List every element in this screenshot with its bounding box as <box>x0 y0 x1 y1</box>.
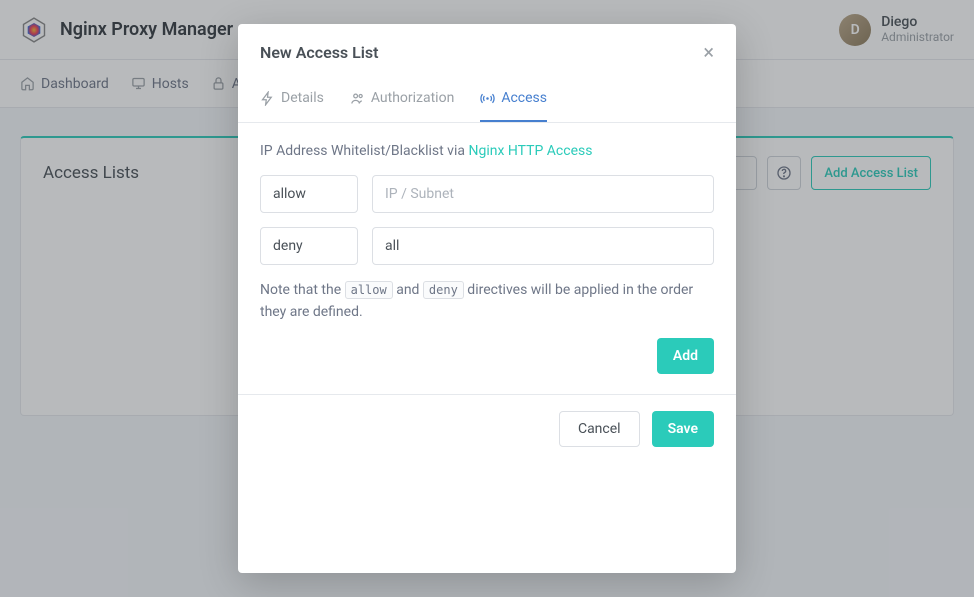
rule-ip-input[interactable] <box>372 175 714 213</box>
tab-details[interactable]: Details <box>260 80 324 122</box>
radio-icon <box>480 91 495 106</box>
modal-body: IP Address Whitelist/Blacklist via Nginx… <box>238 123 736 394</box>
rule-directive-value: deny <box>273 238 303 254</box>
cancel-button[interactable]: Cancel <box>559 411 640 447</box>
rule-directive-select[interactable]: allow <box>260 175 358 213</box>
add-rule-button[interactable]: Add <box>657 338 714 374</box>
tab-details-label: Details <box>281 90 324 106</box>
tab-access[interactable]: Access <box>480 80 547 122</box>
access-intro: IP Address Whitelist/Blacklist via Nginx… <box>260 143 714 159</box>
tab-access-label: Access <box>501 90 547 106</box>
note-text: Note that the <box>260 282 345 298</box>
rule-directive-select[interactable]: deny <box>260 227 358 265</box>
modal-close-button[interactable]: × <box>703 42 714 62</box>
rule-row-0: allow <box>260 175 714 213</box>
code-deny: deny <box>423 281 464 299</box>
nginx-http-access-link[interactable]: Nginx HTTP Access <box>468 143 592 159</box>
rule-directive-value: allow <box>273 186 306 202</box>
tab-authorization[interactable]: Authorization <box>350 80 454 122</box>
code-allow: allow <box>345 281 393 299</box>
modal-title: New Access List <box>260 43 379 62</box>
modal-overlay: New Access List × Details Authorization … <box>0 0 974 597</box>
rule-row-1: deny <box>260 227 714 265</box>
rule-order-note: Note that the allow and deny directives … <box>260 279 714 324</box>
modal-tabs: Details Authorization Access <box>238 80 736 123</box>
save-button[interactable]: Save <box>652 411 714 447</box>
tab-authorization-label: Authorization <box>371 90 454 106</box>
note-text: and <box>393 282 423 298</box>
new-access-list-modal: New Access List × Details Authorization … <box>238 24 736 573</box>
modal-footer: Cancel Save <box>238 394 736 463</box>
close-icon: × <box>703 40 714 64</box>
rule-ip-input[interactable] <box>372 227 714 265</box>
zap-icon <box>260 91 275 106</box>
users-icon <box>350 91 365 106</box>
access-intro-text: IP Address Whitelist/Blacklist via <box>260 143 468 159</box>
